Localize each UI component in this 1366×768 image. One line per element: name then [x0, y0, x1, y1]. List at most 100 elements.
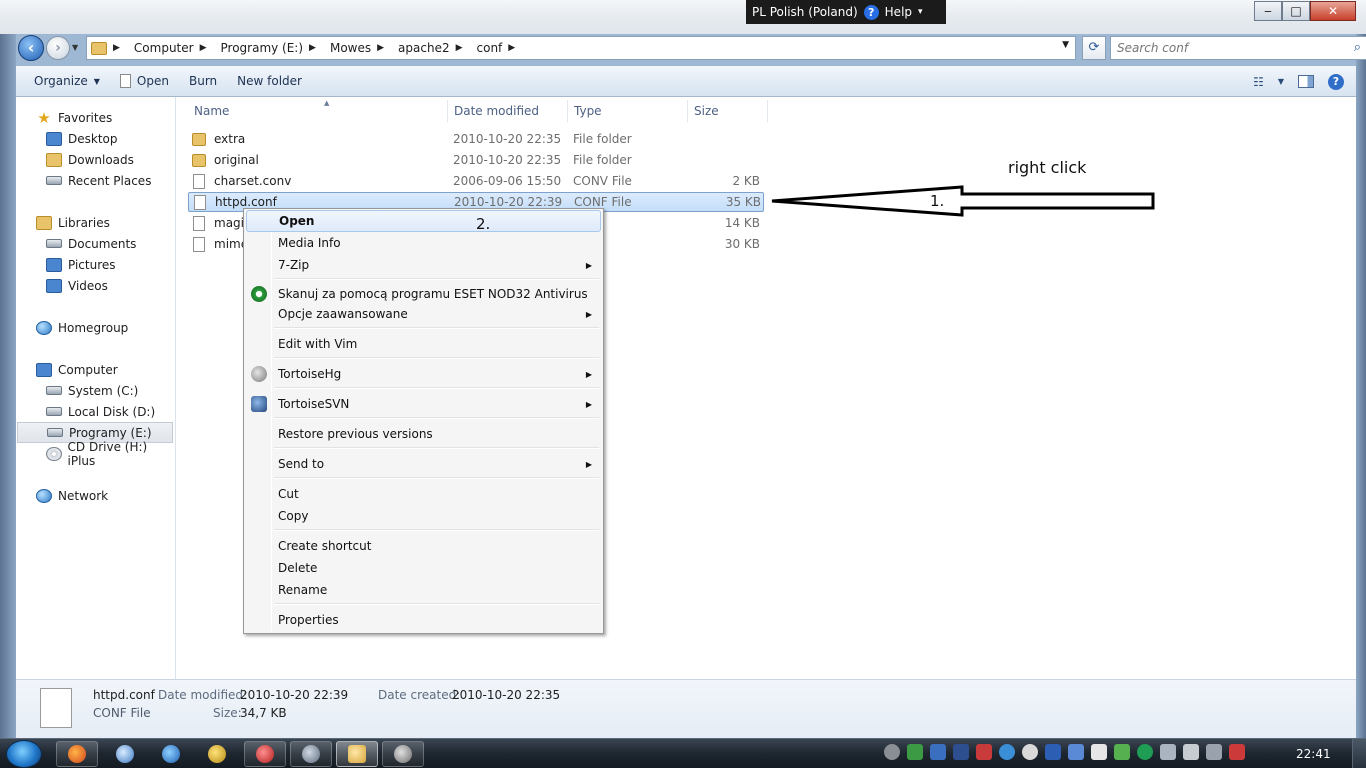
tray-green-icon[interactable] [907, 744, 923, 760]
nav-system-c[interactable]: System (C:) [46, 380, 138, 401]
file-row[interactable]: extra 2010-10-20 22:35 File folder [188, 129, 764, 149]
volume-muted-icon[interactable] [1229, 744, 1245, 760]
breadcrumb-arrow[interactable]: ▶ [456, 43, 471, 53]
preview-pane-icon[interactable] [1298, 75, 1314, 88]
tray-disc-icon[interactable] [1022, 744, 1038, 760]
menu-item-properties[interactable]: Properties [246, 609, 601, 631]
menu-item-send-to[interactable]: Send to ▶ [246, 453, 601, 475]
show-desktop-button[interactable] [1352, 739, 1366, 768]
tray-app-icon[interactable] [1068, 744, 1084, 760]
open-button[interactable]: Open [110, 66, 179, 97]
nav-homegroup[interactable]: Homegroup [36, 317, 128, 338]
nav-downloads[interactable]: Downloads [46, 149, 134, 170]
title-bar[interactable]: PL Polish (Poland) ? Help ▾ ‒ □ ✕ [0, 0, 1366, 34]
clock[interactable]: 22:41 [1296, 747, 1331, 761]
change-view-icon[interactable]: ☷ [1253, 75, 1264, 89]
back-button[interactable]: ‹ [18, 35, 44, 61]
breadcrumb-computer[interactable]: Computer [134, 41, 194, 55]
language-bar[interactable]: PL Polish (Poland) ? Help ▾ [746, 0, 946, 24]
tray-tortoise-icon[interactable] [884, 744, 900, 760]
nav-desktop[interactable]: Desktop [46, 128, 118, 149]
menu-item-tortoisehg[interactable]: TortoiseHg ▶ [246, 363, 601, 385]
nav-network[interactable]: Network [36, 485, 108, 506]
start-button[interactable] [6, 740, 42, 768]
breadcrumb-arrow[interactable]: ▶ [200, 43, 215, 53]
file-row[interactable]: original 2010-10-20 22:35 File folder [188, 150, 764, 170]
language-bar-options-icon[interactable]: ▾ [918, 7, 923, 17]
taskbar-windows-explorer[interactable] [336, 741, 378, 767]
menu-item-advanced[interactable]: Opcje zaawansowane ▶ [246, 303, 601, 325]
nav-documents[interactable]: Documents [46, 233, 136, 254]
breadcrumb-programy[interactable]: Programy (E:) [221, 41, 304, 55]
nav-favorites[interactable]: ★ Favorites [36, 107, 112, 128]
menu-item-cut[interactable]: Cut [246, 483, 601, 505]
maximize-button[interactable]: □ [1282, 1, 1310, 21]
nav-computer[interactable]: Computer [36, 359, 118, 380]
menu-item-rename[interactable]: Rename [246, 579, 601, 601]
tray-app-icon[interactable] [953, 744, 969, 760]
search-input[interactable] [1117, 38, 1337, 58]
breadcrumb-conf[interactable]: conf [477, 41, 503, 55]
breadcrumb-arrow[interactable]: ▶ [309, 43, 324, 53]
language-indicator[interactable]: PL Polish (Poland) [752, 5, 858, 19]
menu-item-vim[interactable]: Edit with Vim [246, 333, 601, 355]
menu-item-7zip[interactable]: 7-Zip ▶ [246, 254, 601, 276]
battery-icon[interactable] [1183, 744, 1199, 760]
taskbar-app-2[interactable] [104, 741, 146, 767]
help-icon[interactable]: ? [1328, 73, 1344, 90]
breadcrumb-arrow[interactable]: ▶ [508, 43, 523, 53]
search-icon[interactable]: ⌕ [1354, 40, 1361, 55]
menu-item-create-shortcut[interactable]: Create shortcut [246, 535, 601, 557]
nav-local-d[interactable]: Local Disk (D:) [46, 401, 155, 422]
nav-recent-places[interactable]: Recent Places [46, 170, 151, 191]
column-header-size[interactable]: Size [688, 100, 768, 122]
tray-blue-icon[interactable] [930, 744, 946, 760]
menu-item-media-info[interactable]: Media Info [246, 232, 601, 254]
menu-item-tortoisesvn[interactable]: TortoiseSVN ▶ [246, 393, 601, 415]
view-options-dropdown-icon[interactable]: ▼ [1278, 77, 1284, 86]
taskbar-app-8[interactable] [382, 741, 424, 767]
refresh-button[interactable]: ⟳ [1082, 36, 1106, 60]
network-connection-icon[interactable] [1206, 744, 1222, 760]
breadcrumb-arrow[interactable]: ▶ [377, 43, 392, 53]
tray-monitor-icon[interactable] [1160, 744, 1176, 760]
minimize-button[interactable]: ‒ [1254, 1, 1282, 21]
file-row[interactable]: charset.conv 2006-09-06 15:50 CONV File … [188, 171, 764, 191]
column-header-date[interactable]: Date modified [448, 100, 568, 122]
tray-red-icon[interactable] [976, 744, 992, 760]
breadcrumb-mowes[interactable]: Mowes [330, 41, 371, 55]
organize-button[interactable]: Organize ▼ [16, 66, 110, 97]
nav-cd-drive[interactable]: CD Drive (H:) iPlus [46, 440, 175, 468]
taskbar-app-6[interactable] [290, 741, 332, 767]
menu-item-restore[interactable]: Restore previous versions [246, 423, 601, 445]
flag-icon[interactable] [1091, 744, 1107, 760]
search-box[interactable]: ⌕ [1110, 36, 1366, 60]
nav-pictures[interactable]: Pictures [46, 254, 116, 275]
breadcrumb-root-arrow[interactable]: ▶ [113, 43, 128, 53]
tray-app-icon[interactable] [1045, 744, 1061, 760]
column-header-type[interactable]: Type [568, 100, 688, 122]
nav-libraries[interactable]: Libraries [36, 212, 110, 233]
help-icon[interactable]: ? [863, 4, 879, 20]
forward-button[interactable]: › [46, 36, 70, 60]
new-folder-button[interactable]: New folder [227, 66, 312, 97]
tray-eset-icon[interactable] [1137, 744, 1153, 760]
breadcrumb-apache2[interactable]: apache2 [398, 41, 450, 55]
menu-item-eset[interactable]: Skanuj za pomocą programu ESET NOD32 Ant… [246, 283, 601, 305]
menu-item-open[interactable]: Open [246, 210, 601, 232]
language-help[interactable]: Help [885, 5, 912, 19]
taskbar-app-5[interactable] [244, 741, 286, 767]
column-header-name[interactable]: ▲ Name [188, 99, 448, 122]
taskbar-internet-explorer[interactable] [150, 741, 192, 767]
tray-app-icon[interactable] [1114, 744, 1130, 760]
burn-button[interactable]: Burn [179, 66, 227, 97]
taskbar-firefox[interactable] [56, 741, 98, 767]
address-bar[interactable]: ▶ Computer ▶ Programy (E:) ▶ Mowes ▶ apa… [86, 36, 1076, 60]
recent-pages-dropdown-icon[interactable]: ▼ [72, 43, 78, 52]
close-button[interactable]: ✕ [1310, 1, 1356, 21]
menu-item-delete[interactable]: Delete [246, 557, 601, 579]
tray-network-icon[interactable] [999, 744, 1015, 760]
address-dropdown-icon[interactable]: ▼ [1062, 40, 1069, 50]
nav-videos[interactable]: Videos [46, 275, 108, 296]
taskbar-app-4[interactable] [196, 741, 238, 767]
